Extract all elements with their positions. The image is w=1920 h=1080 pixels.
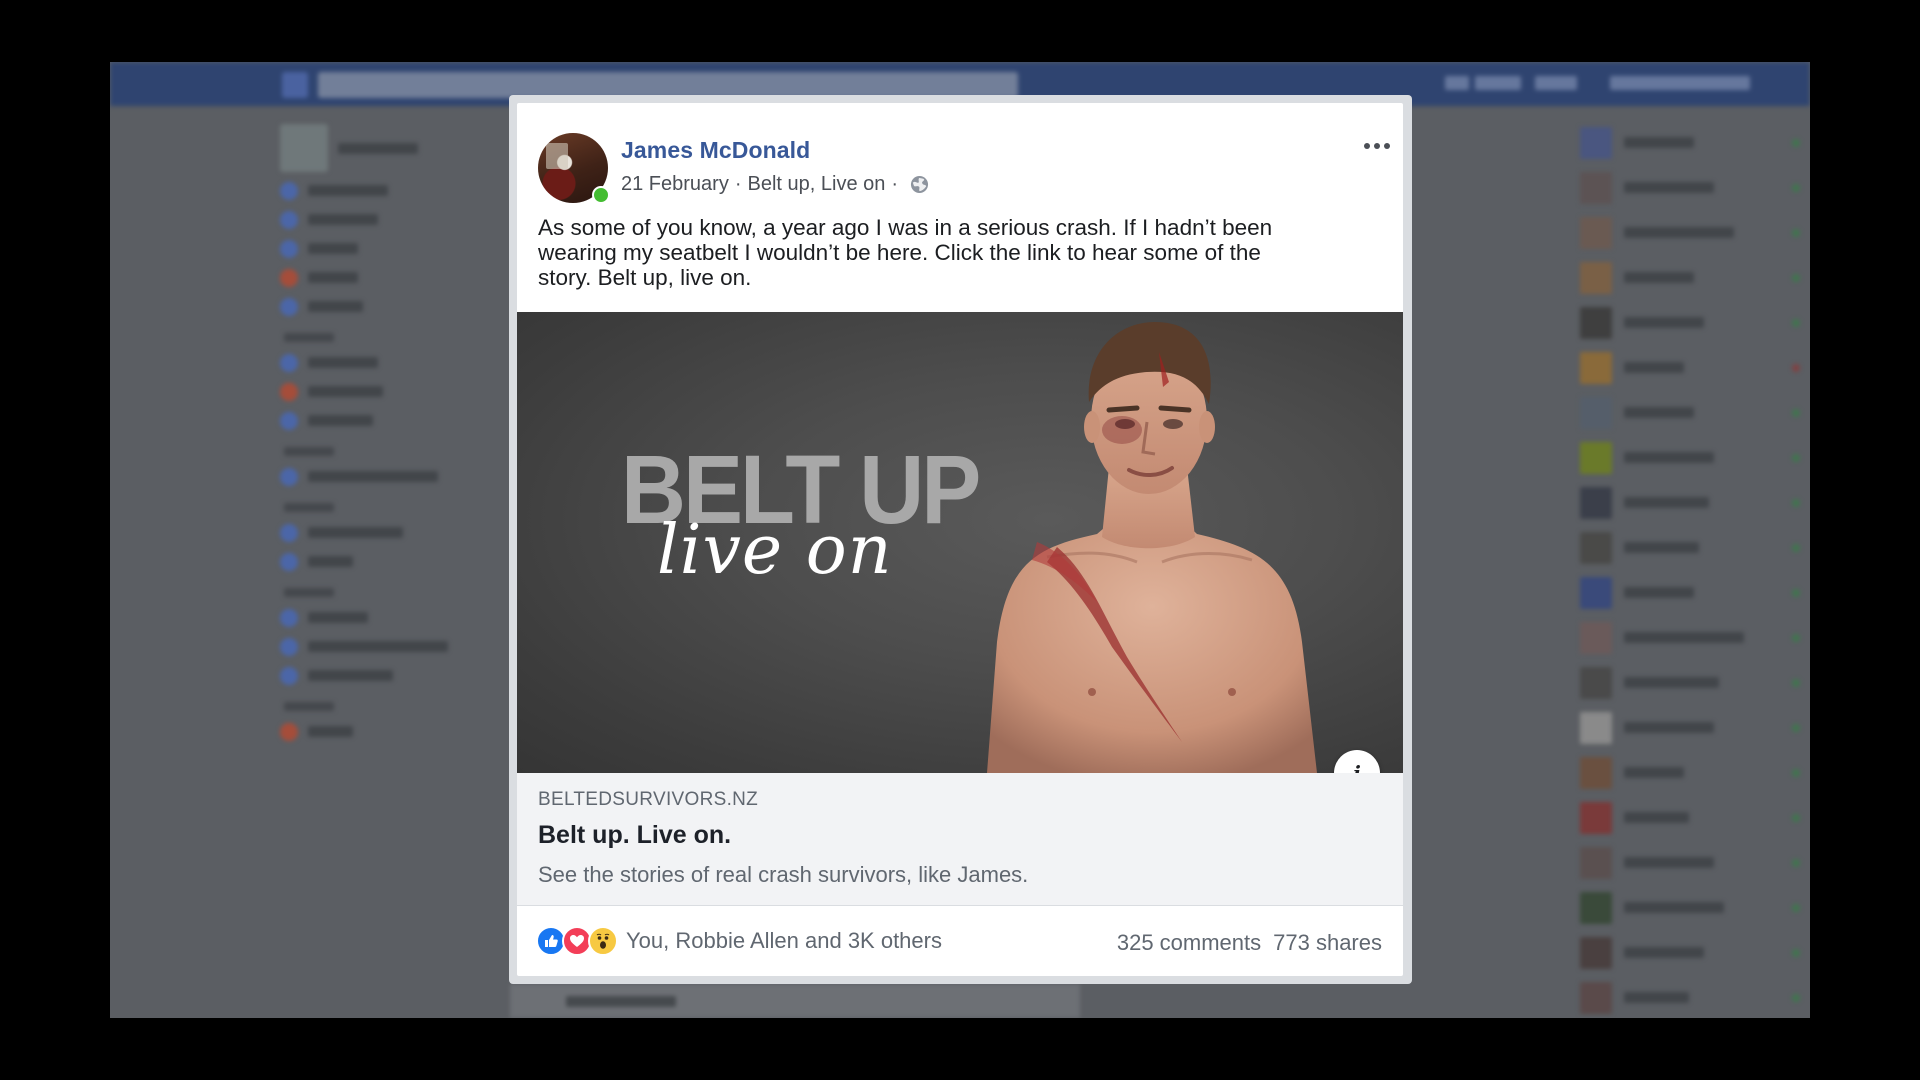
author-name-link[interactable]: James McDonald	[621, 137, 810, 164]
wow-icon	[588, 926, 618, 956]
background-profile-thumb	[280, 124, 328, 172]
post-footer: You, Robbie Allen and 3K others 325 comm…	[517, 906, 1403, 976]
background-chat-sidebar	[1580, 120, 1800, 1018]
engagement-counts: 325 comments 773 shares	[1117, 930, 1382, 956]
post-date-link[interactable]: 21 February	[621, 173, 729, 196]
facebook-logo-icon	[282, 72, 308, 98]
more-options-icon[interactable]	[1361, 133, 1393, 159]
reactions-text[interactable]: You, Robbie Allen and 3K others	[626, 928, 942, 954]
post-modal: James McDonald 21 February · Belt up, Li…	[509, 95, 1412, 984]
background-avatar-icon	[1445, 76, 1469, 90]
comments-count-link[interactable]: 325 comments	[1117, 930, 1261, 956]
link-description: See the stories of real crash survivors,…	[538, 862, 1029, 887]
link-preview-image[interactable]: BELT UP live on i	[517, 312, 1403, 773]
post-card: James McDonald 21 February · Belt up, Li…	[517, 103, 1403, 976]
post-header: James McDonald 21 February · Belt up, Li…	[538, 133, 1390, 204]
reactions-summary[interactable]: You, Robbie Allen and 3K others	[536, 926, 942, 956]
shares-count-link[interactable]: 773 shares	[1273, 930, 1382, 956]
background-feed-item	[510, 984, 1080, 1018]
meta-separator: ·	[891, 173, 899, 195]
image-script-text: live on	[657, 511, 893, 590]
online-status-icon	[592, 186, 610, 204]
crash-survivor-photo	[987, 322, 1317, 773]
post-meta: 21 February · Belt up, Live on ·	[621, 173, 929, 196]
post-location-link[interactable]: Belt up, Live on	[748, 173, 886, 196]
background-top-link	[1475, 76, 1521, 90]
meta-separator: ·	[734, 173, 742, 195]
link-preview-meta[interactable]: BELTEDSURVIVORS.NZ Belt up. Live on. See…	[517, 773, 1403, 906]
link-domain: BELTEDSURVIVORS.NZ	[538, 789, 759, 810]
background-top-link	[1535, 76, 1577, 90]
link-title[interactable]: Belt up. Live on.	[538, 821, 731, 850]
globe-icon[interactable]	[910, 175, 929, 194]
background-top-icons	[1610, 76, 1750, 90]
post-text: As some of you know, a year ago I was in…	[538, 215, 1273, 290]
